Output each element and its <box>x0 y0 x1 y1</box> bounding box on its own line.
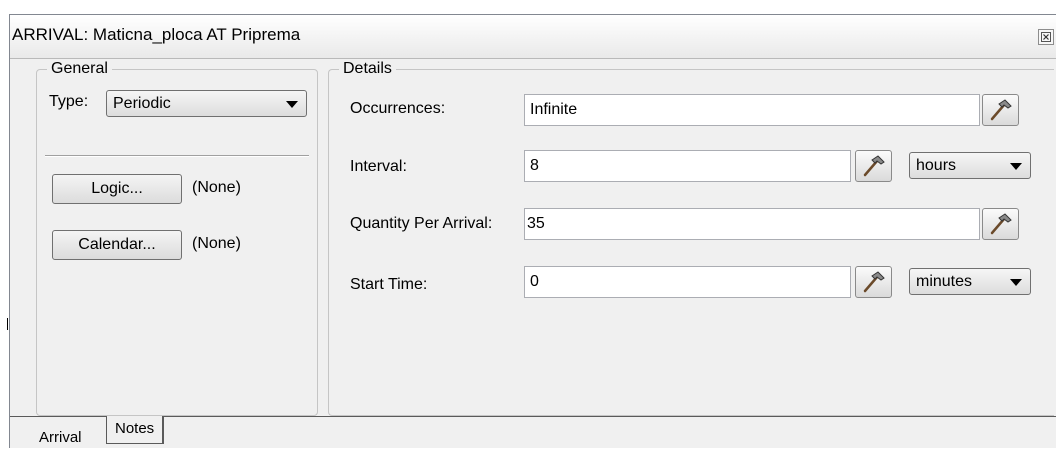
outer-edge-mark <box>7 318 8 330</box>
details-legend: Details <box>339 60 396 78</box>
window-title: ARRIVAL: Maticna_ploca AT Priprema <box>12 25 301 44</box>
details-group: Details Occurrences: Infinite Interval: … <box>328 60 1054 416</box>
interval-builder-button[interactable] <box>855 150 892 182</box>
interval-label: Interval: <box>350 158 407 175</box>
hammer-icon <box>863 271 885 293</box>
occurrences-builder-button[interactable] <box>982 94 1019 126</box>
chevron-down-icon <box>286 101 298 108</box>
quantity-input[interactable]: 35 <box>524 208 980 240</box>
start-time-unit-value: minutes <box>916 273 973 290</box>
occurrences-value: Infinite <box>530 101 578 118</box>
arrival-dialog: ARRIVAL: Maticna_ploca AT Priprema Gener… <box>9 14 1056 448</box>
interval-unit-value: hours <box>916 157 957 174</box>
start-time-label: Start Time: <box>350 276 428 293</box>
start-time-input[interactable]: 0 <box>524 266 851 298</box>
chevron-down-icon <box>1010 163 1022 170</box>
tab-notes[interactable]: Notes <box>106 416 165 444</box>
interval-input[interactable]: 8 <box>524 150 851 182</box>
type-select-value: Periodic <box>113 95 171 112</box>
type-label: Type: <box>49 93 89 110</box>
interval-value: 8 <box>530 157 539 174</box>
general-separator <box>45 155 309 157</box>
hammer-icon <box>863 155 885 177</box>
close-button[interactable] <box>1038 29 1054 45</box>
tab-strip: Arrival Notes <box>10 416 1056 450</box>
chevron-down-icon <box>1010 279 1022 286</box>
type-select[interactable]: Periodic <box>106 90 307 117</box>
start-time-unit-select[interactable]: minutes <box>909 268 1031 295</box>
title-bar: ARRIVAL: Maticna_ploca AT Priprema <box>10 15 1056 59</box>
start-time-value: 0 <box>530 273 539 290</box>
hammer-icon <box>990 99 1012 121</box>
tab-arrival[interactable]: Arrival <box>39 429 82 446</box>
occurrences-label: Occurrences: <box>350 100 446 117</box>
quantity-builder-button[interactable] <box>982 208 1019 240</box>
logic-button[interactable]: Logic... <box>52 174 182 204</box>
calendar-value: (None) <box>192 235 241 252</box>
general-group: General Type: Periodic Logic... (None) C… <box>36 60 318 416</box>
hammer-icon <box>990 213 1012 235</box>
occurrences-input[interactable]: Infinite <box>524 94 980 126</box>
interval-unit-select[interactable]: hours <box>909 152 1031 179</box>
close-icon <box>1041 32 1051 42</box>
start-time-builder-button[interactable] <box>855 266 892 298</box>
general-legend: General <box>47 60 112 78</box>
calendar-button[interactable]: Calendar... <box>52 230 182 260</box>
quantity-label: Quantity Per Arrival: <box>350 215 493 232</box>
logic-value: (None) <box>192 179 241 196</box>
quantity-value: 35 <box>527 215 545 232</box>
